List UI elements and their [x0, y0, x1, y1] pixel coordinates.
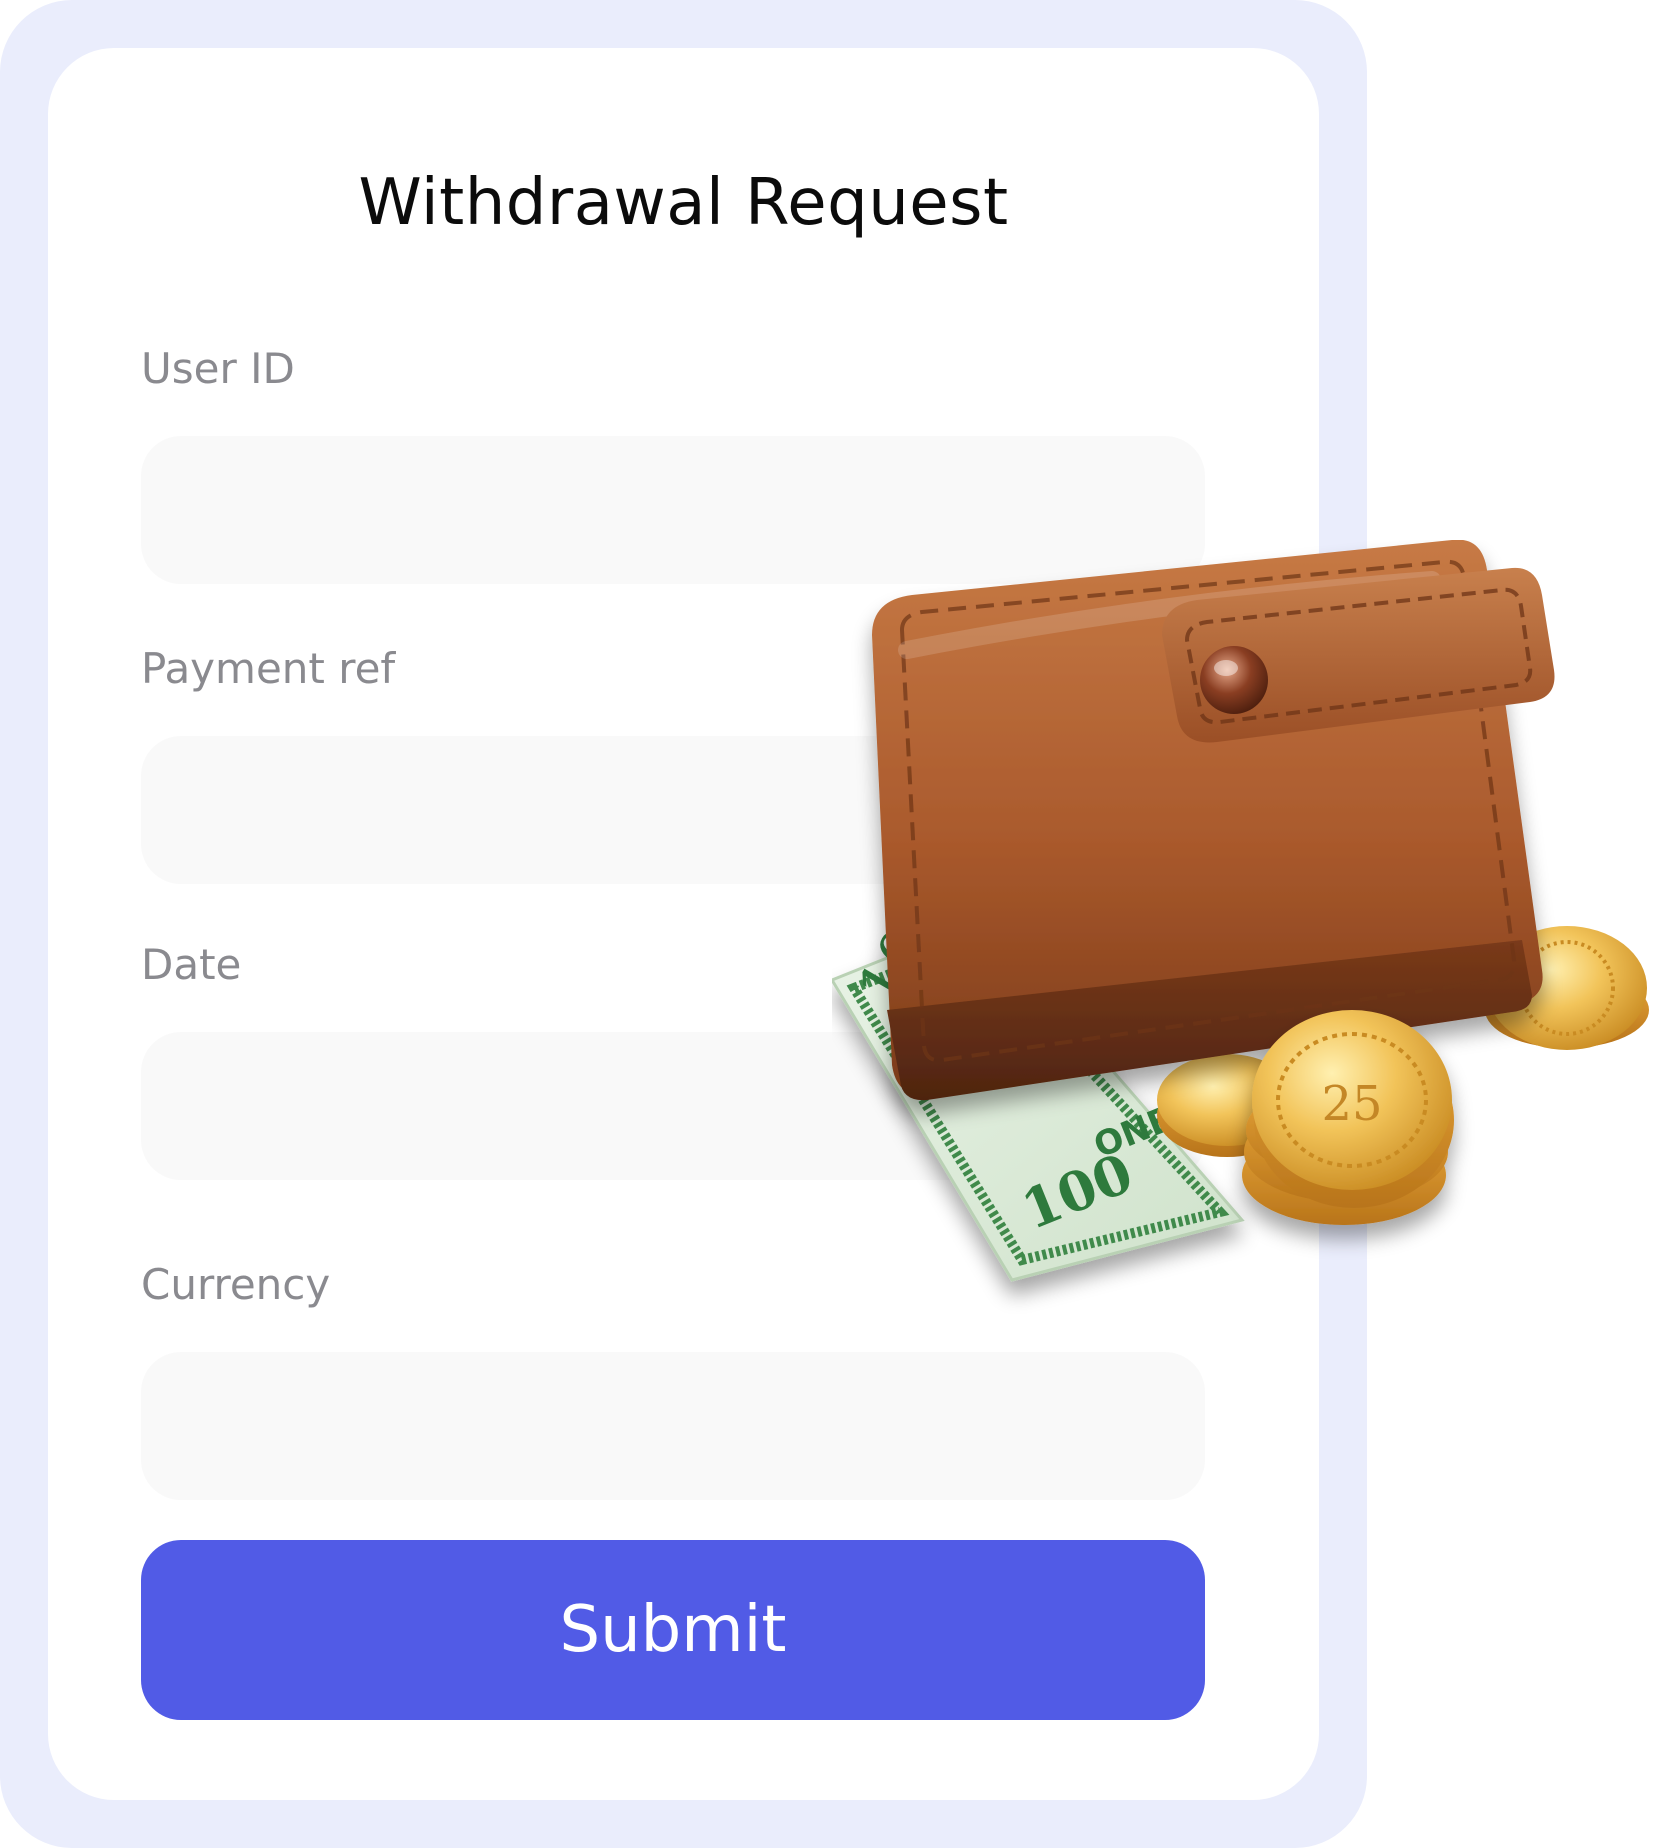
wallet-icon: 100 ONE 100 25 — [832, 540, 1649, 1282]
currency-label: Currency — [141, 1260, 331, 1309]
submit-button[interactable]: Submit — [141, 1540, 1205, 1720]
form-title: Withdrawal Request — [358, 166, 1009, 240]
payment-ref-label: Payment ref — [141, 644, 396, 693]
date-label: Date — [141, 940, 242, 989]
user-id-label: User ID — [141, 344, 295, 393]
svg-text:25: 25 — [1321, 1076, 1382, 1132]
currency-input[interactable] — [141, 1352, 1205, 1500]
